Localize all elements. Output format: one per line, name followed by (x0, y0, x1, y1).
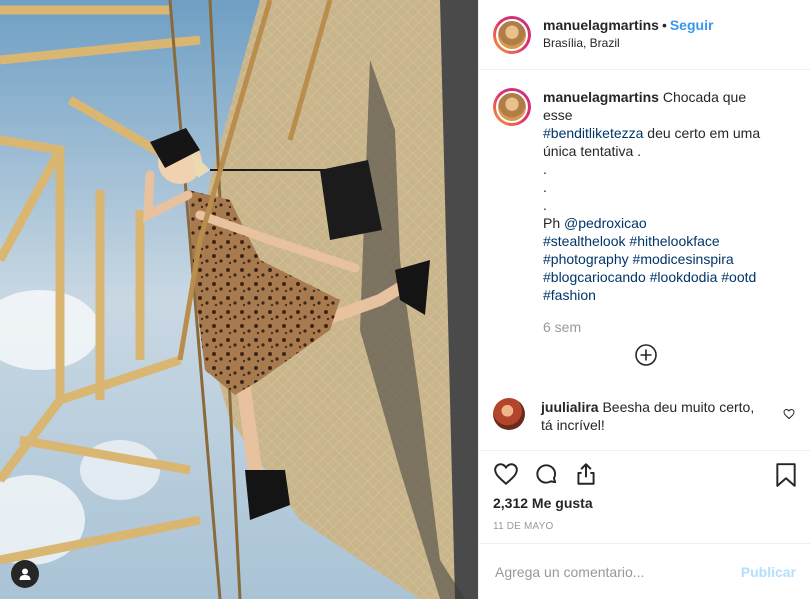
comment-button[interactable] (533, 461, 559, 487)
post-location[interactable]: Brasília, Brazil (543, 35, 713, 52)
caption-tag-link[interactable]: #fashion (543, 287, 596, 303)
caption-text-segment: . (543, 161, 547, 177)
plus-circle-icon[interactable] (635, 344, 657, 366)
caption-line: . (543, 160, 779, 178)
caption-time-ago[interactable]: 6 sem (543, 318, 779, 336)
comment-like-heart-icon[interactable] (783, 408, 795, 420)
caption-tag-link[interactable]: #blogcariocando (543, 269, 646, 285)
caption-tag-link[interactable]: #modicesinspira (633, 251, 734, 267)
caption-tag-link[interactable]: #lookdodia (650, 269, 718, 285)
caption-tag-link[interactable]: #photography (543, 251, 629, 267)
share-button[interactable] (573, 461, 599, 487)
follow-button[interactable]: Seguir (670, 17, 714, 33)
caption-text-segment: deu certo em uma (643, 125, 761, 141)
caption-tag-link[interactable]: #benditliketezza (543, 125, 643, 141)
caption-line: . (543, 178, 779, 196)
separator-dot: • (661, 17, 667, 33)
author-avatar[interactable] (493, 15, 531, 54)
save-button[interactable] (774, 462, 798, 493)
caption-text-segment: . (543, 197, 547, 213)
caption-text-segment: . (543, 179, 547, 195)
caption-tag-link[interactable]: #hithelookface (629, 233, 719, 249)
caption-author-avatar[interactable] (493, 88, 531, 126)
caption-text-segment: única tentativa . (543, 143, 642, 159)
caption-line: #stealthelook #hithelookface (543, 232, 779, 250)
caption-line: Ph @pedroxicao (543, 214, 779, 232)
post-photo[interactable] (0, 0, 478, 599)
caption-username[interactable]: manuelagmartins (543, 89, 659, 105)
author-username[interactable]: manuelagmartins (543, 17, 659, 33)
user-icon (19, 568, 31, 580)
caption-line: #fashion (543, 286, 779, 304)
bookmark-icon (776, 463, 796, 487)
caption-line: #benditliketezza deu certo em uma (543, 124, 779, 142)
photo-illustration (0, 0, 478, 599)
post-date[interactable]: 11 DE MAYO (479, 521, 810, 532)
comment-input[interactable] (493, 562, 717, 581)
caption-line: #blogcariocando #lookdodia #ootd (543, 268, 779, 286)
comment-icon (536, 464, 557, 484)
post-side-panel: manuelagmartins • Seguir Brasília, Brazil … (478, 0, 810, 599)
caption-tag-link[interactable]: #stealthelook (543, 233, 626, 249)
post-header: manuelagmartins • Seguir Brasília, Brazil (479, 0, 810, 70)
caption-text-segment: Ph (543, 215, 565, 231)
comment-item: juulialira Beesha deu muito certo, tá in… (493, 398, 797, 434)
commenter-username[interactable]: juulialira (541, 399, 599, 415)
caption-line: única tentativa . (543, 142, 779, 160)
caption-line: manuelagmartins Chocada que esse (543, 88, 779, 124)
caption-line: . (543, 196, 779, 214)
post-modal: manuelagmartins • Seguir Brasília, Brazil … (0, 0, 810, 599)
user-tag-button[interactable] (11, 560, 39, 588)
heart-icon (494, 463, 518, 486)
action-bar (479, 451, 810, 497)
caption: manuelagmartins Chocada que esse #benditl… (479, 70, 810, 336)
commenter-avatar[interactable] (493, 398, 525, 430)
share-icon (577, 463, 595, 485)
caption-tag-link[interactable]: @pedroxicao (564, 215, 647, 231)
caption-line: #photography #modicesinspira (543, 250, 779, 268)
publish-button[interactable]: Publicar (741, 564, 796, 580)
actions-section: 2,312 Me gusta 11 DE MAYO (479, 450, 810, 532)
likes-count[interactable]: 2,312 Me gusta (479, 495, 810, 511)
like-button[interactable] (493, 461, 519, 487)
caption-tag-link[interactable]: #ootd (721, 269, 756, 285)
add-comment-bar: Publicar (479, 543, 810, 599)
caption-text: manuelagmartins Chocada que esse #benditl… (543, 88, 779, 336)
